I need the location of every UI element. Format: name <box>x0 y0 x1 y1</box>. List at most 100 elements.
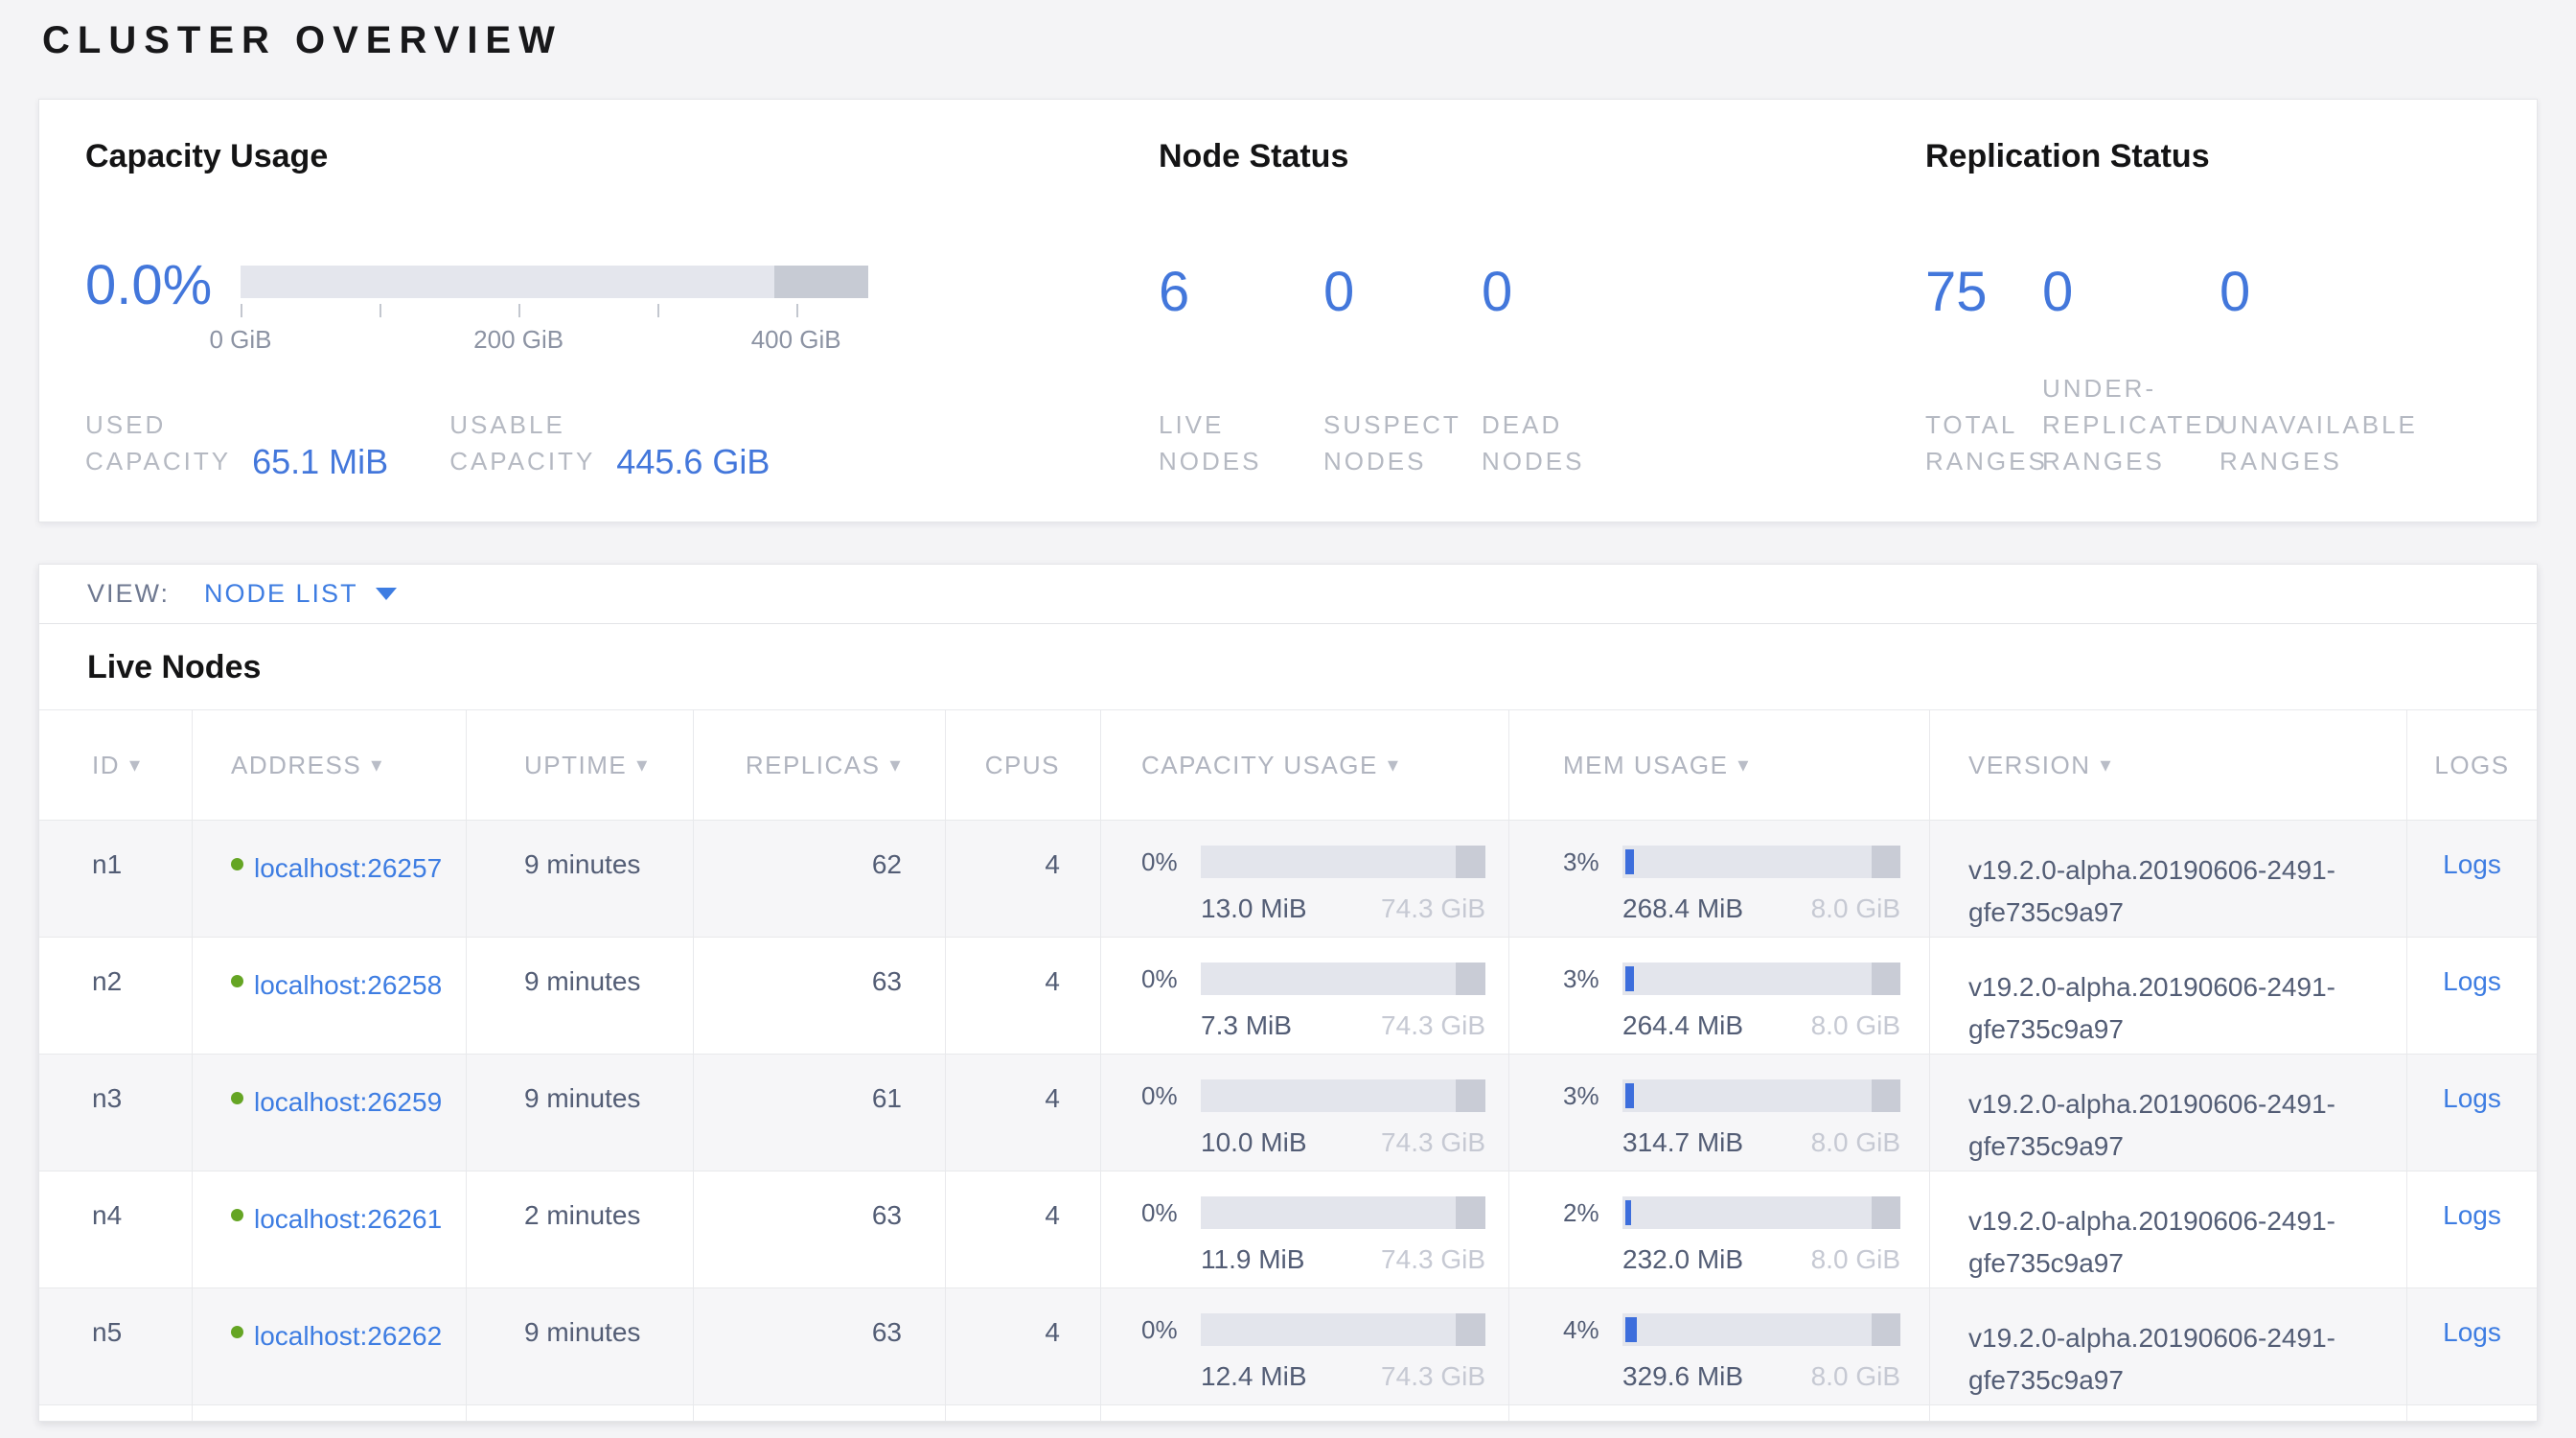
sort-desc-icon: ▾ <box>889 753 902 777</box>
node-address-link[interactable]: localhost:26258 <box>254 966 442 1005</box>
mem-percent: 3% <box>1563 847 1622 877</box>
capacity-axis-ticks <box>241 304 868 319</box>
node-id-cell: n1 <box>39 821 193 937</box>
usable-capacity-value: 445.6 GiB <box>616 443 770 481</box>
capacity-percent: 0% <box>1141 1081 1201 1111</box>
capacity-percent: 0% <box>1141 964 1201 994</box>
replicas-cell: 63 <box>694 1288 946 1404</box>
logs-link[interactable]: Logs <box>2443 1317 2501 1347</box>
node-id-cell: n2 <box>39 938 193 1054</box>
sort-desc-icon: ▾ <box>1388 753 1400 777</box>
node-status-heading: Node Status <box>1159 138 1348 175</box>
mem-total-value: 8.0 GiB <box>1811 1244 1900 1275</box>
capacity-total-value: 74.3 GiB <box>1381 893 1485 924</box>
column-header-id[interactable]: ID▾ <box>39 710 193 820</box>
mem-usage-bar <box>1622 1196 1900 1229</box>
sort-desc-icon: ▾ <box>371 753 383 777</box>
node-address-cell: localhost:26261 <box>193 1171 467 1287</box>
cpus-cell: 4 <box>946 821 1101 937</box>
capacity-used-value: 10.0 MiB <box>1201 1127 1307 1158</box>
column-header-capacity-usage[interactable]: CAPACITY USAGE▾ <box>1101 710 1509 820</box>
logs-link[interactable]: Logs <box>2443 966 2501 996</box>
chevron-down-icon <box>376 588 397 600</box>
node-address-link[interactable]: localhost:26259 <box>254 1083 442 1122</box>
capacity-usage-cell: 0% 13.0 MiB 74.3 GiB <box>1101 821 1509 937</box>
cpus-cell: 4 <box>946 1288 1101 1404</box>
column-header-logs: LOGS <box>2407 710 2537 820</box>
node-id-cell: n3 <box>39 1055 193 1171</box>
column-header-mem-usage[interactable]: MEM USAGE▾ <box>1509 710 1930 820</box>
mem-bar-fill <box>1625 1200 1631 1225</box>
under-replicated-ranges-label: UNDER- REPLICATED RANGES <box>2042 370 2220 479</box>
mem-total-value: 8.0 GiB <box>1811 1010 1900 1041</box>
mem-bar-reserved-segment <box>1872 1196 1900 1229</box>
usable-capacity-stat: USABLE CAPACITY 445.6 GiB <box>449 406 770 479</box>
under-replicated-ranges-count: 0 <box>2042 265 2220 320</box>
live-status-dot-icon <box>231 1092 243 1104</box>
total-ranges-label: TOTAL RANGES <box>1925 406 2042 479</box>
mem-used-value: 264.4 MiB <box>1622 1010 1743 1041</box>
cluster-summary-card: Capacity Usage 0.0% 0 GiB <box>38 99 2538 522</box>
mem-used-value: 232.0 MiB <box>1622 1244 1743 1275</box>
capacity-percent: 0% <box>1141 847 1201 877</box>
column-header-address[interactable]: ADDRESS▾ <box>193 710 467 820</box>
table-row: n5 localhost:26262 9 minutes 63 4 0% 12.… <box>39 1287 2537 1404</box>
capacity-used-percent: 0.0% <box>85 258 241 313</box>
capacity-usage-bar <box>1201 1196 1485 1229</box>
live-status-dot-icon <box>231 1326 243 1338</box>
mem-bar-fill <box>1625 1317 1637 1342</box>
dead-nodes-label: DEAD NODES <box>1482 406 1584 479</box>
used-capacity-stat: USED CAPACITY 65.1 MiB <box>85 406 388 479</box>
used-capacity-value: 65.1 MiB <box>252 443 388 481</box>
mem-bar-fill <box>1625 849 1634 874</box>
table-row: n4 localhost:26261 2 minutes 63 4 0% 11.… <box>39 1171 2537 1287</box>
capacity-total-value: 74.3 GiB <box>1381 1244 1485 1275</box>
used-capacity-label: USED CAPACITY <box>85 406 231 479</box>
logs-link[interactable]: Logs <box>2443 1200 2501 1230</box>
column-header-cpus: CPUS <box>946 710 1101 820</box>
node-address-link[interactable]: localhost:26262 <box>254 1317 442 1356</box>
column-header-version[interactable]: VERSION▾ <box>1930 710 2407 820</box>
node-address-link[interactable]: localhost:26257 <box>254 849 442 888</box>
capacity-total-value: 74.3 GiB <box>1381 1361 1485 1392</box>
mem-used-value: 314.7 MiB <box>1622 1127 1743 1158</box>
table-row: n1 localhost:26257 9 minutes 62 4 0% 13.… <box>39 820 2537 937</box>
mem-total-value: 8.0 GiB <box>1811 1361 1900 1392</box>
version-cell: v19.2.0-alpha.20190606-2491-gfe735c9a97 <box>1930 1288 2407 1404</box>
mem-used-value: 329.6 MiB <box>1622 1361 1743 1392</box>
capacity-bar-track <box>241 266 868 298</box>
capacity-usage-heading: Capacity Usage <box>85 138 328 175</box>
node-address-cell: localhost:26257 <box>193 821 467 937</box>
live-nodes-heading: Live Nodes <box>39 624 2537 686</box>
logs-cell: Logs <box>2407 938 2537 1054</box>
capacity-bar-reserved-segment <box>774 266 868 298</box>
logs-link[interactable]: Logs <box>2443 1083 2501 1113</box>
view-selector-dropdown[interactable]: NODE LIST <box>204 579 397 609</box>
sort-desc-icon: ▾ <box>636 753 649 777</box>
logs-cell: Logs <box>2407 1171 2537 1287</box>
mem-bar-reserved-segment <box>1872 963 1900 995</box>
suspect-nodes-count: 0 <box>1323 265 1482 320</box>
unavailable-ranges-label: UNAVAILABLE RANGES <box>2220 406 2418 479</box>
dead-nodes-count: 0 <box>1482 265 1512 320</box>
capacity-usage-bar <box>1201 963 1485 995</box>
capacity-bar-reserved-segment <box>1456 1313 1485 1346</box>
column-header-replicas[interactable]: REPLICAS▾ <box>694 710 946 820</box>
suspect-nodes-label: SUSPECT NODES <box>1323 406 1482 479</box>
logs-link[interactable]: Logs <box>2443 849 2501 879</box>
version-cell: v19.2.0-alpha.20190606-2491-gfe735c9a97 <box>1930 1055 2407 1171</box>
mem-usage-cell: 4% 329.6 MiB 8.0 GiB <box>1509 1288 1930 1404</box>
node-status-section: Node Status 6 0 0 LIVE NODES SUSPECT NOD… <box>1159 100 1887 522</box>
mem-percent: 3% <box>1563 964 1622 994</box>
node-address-link[interactable]: localhost:26261 <box>254 1200 442 1239</box>
total-ranges-count: 75 <box>1925 265 2042 320</box>
column-header-uptime[interactable]: UPTIME▾ <box>467 710 694 820</box>
live-nodes-table: ID▾ ADDRESS▾ UPTIME▾ REPLICAS▾ CPUS CAPA… <box>39 709 2537 1421</box>
capacity-used-value: 7.3 MiB <box>1201 1010 1292 1041</box>
uptime-cell: 9 minutes <box>467 1288 694 1404</box>
table-header-row: ID▾ ADDRESS▾ UPTIME▾ REPLICAS▾ CPUS CAPA… <box>39 710 2537 820</box>
capacity-usage-section: Capacity Usage 0.0% 0 GiB <box>85 100 1101 522</box>
view-selected-value: NODE LIST <box>204 579 358 609</box>
uptime-cell: 9 minutes <box>467 821 694 937</box>
logs-cell: Logs <box>2407 1055 2537 1171</box>
